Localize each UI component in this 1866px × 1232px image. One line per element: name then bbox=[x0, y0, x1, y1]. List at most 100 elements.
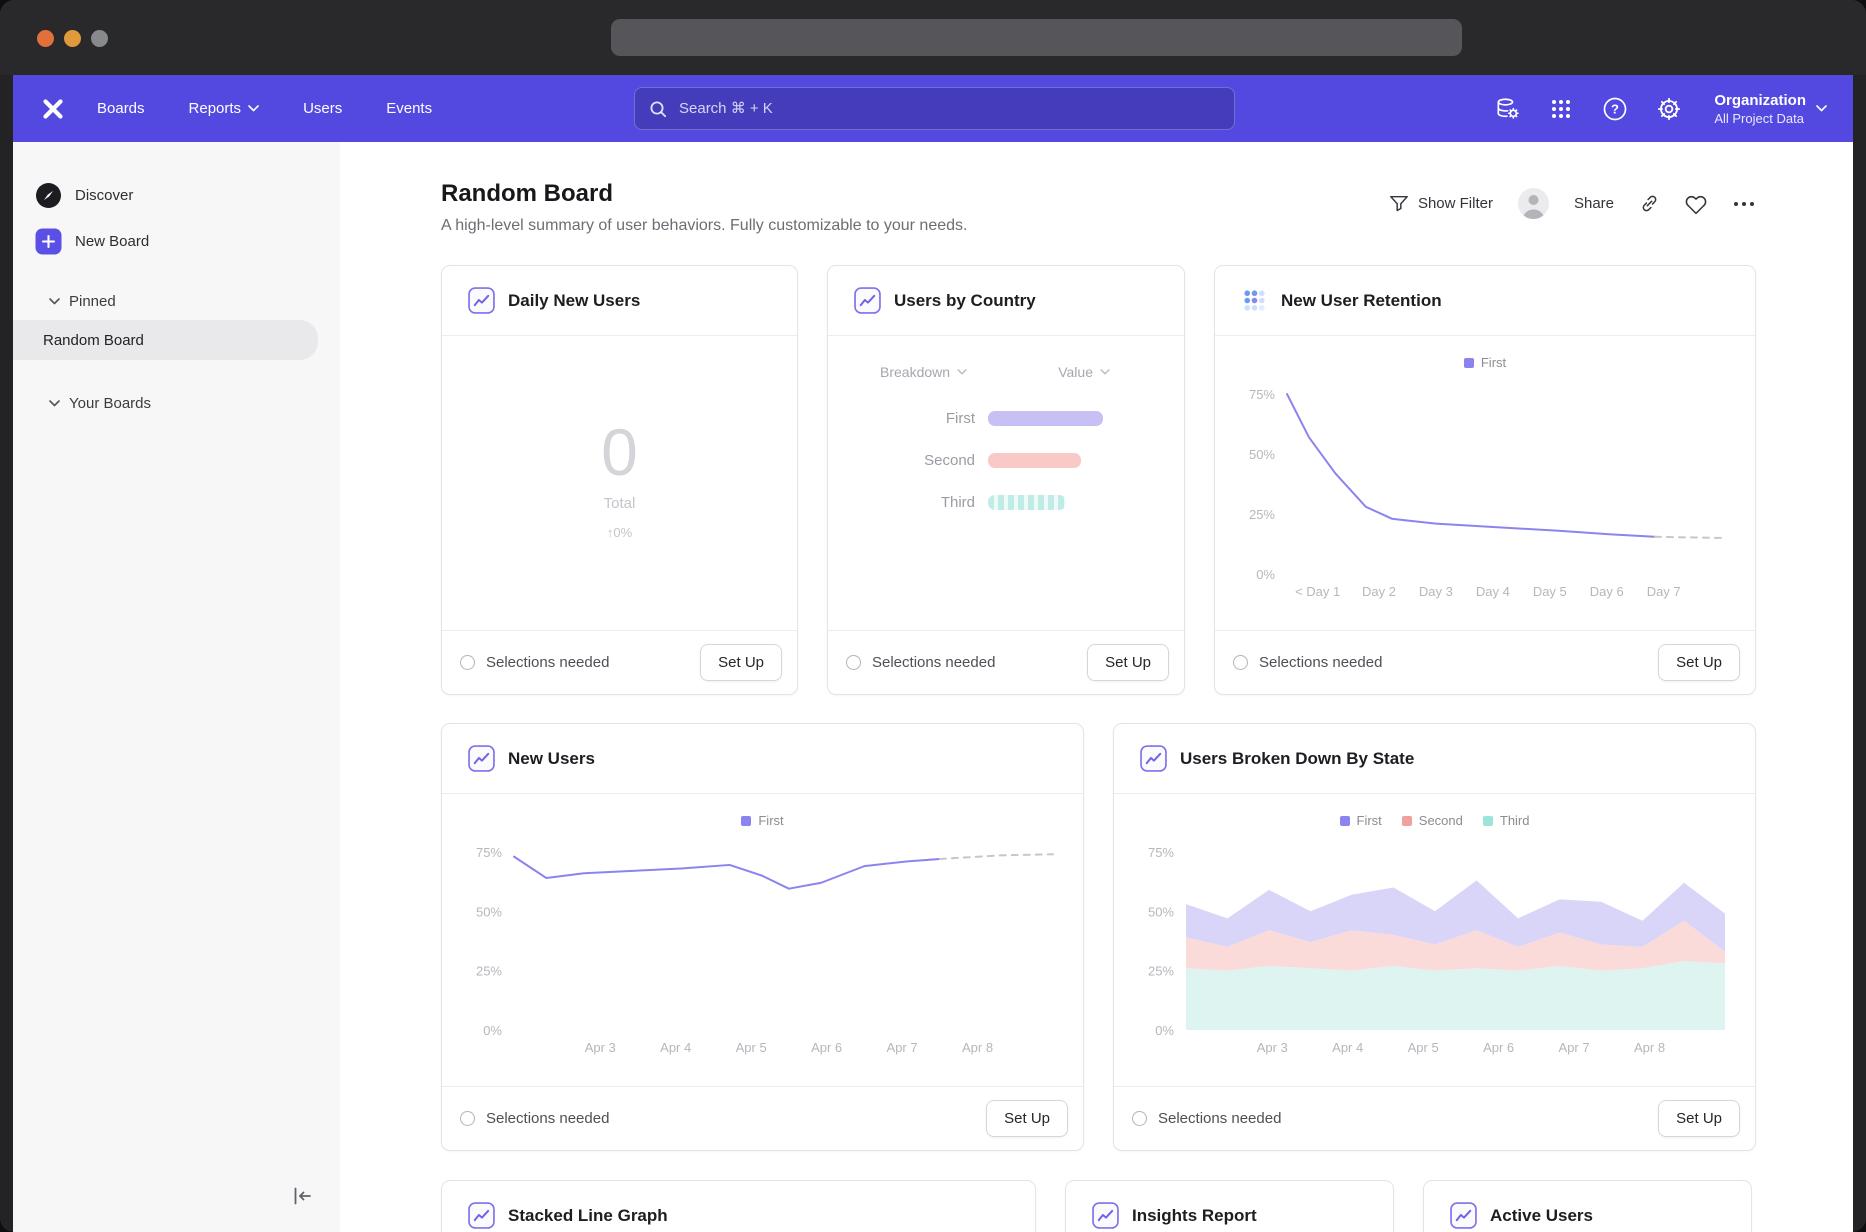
selection-radio[interactable] bbox=[1233, 655, 1248, 670]
row-label: Second bbox=[828, 452, 988, 469]
selection-radio[interactable] bbox=[460, 1111, 475, 1126]
nav-right: ? Organization All Project Data bbox=[1494, 91, 1827, 127]
sidebar-section-your-boards[interactable]: Your Boards bbox=[13, 384, 340, 422]
browser-window: Boards Reports Users Events bbox=[0, 0, 1866, 1232]
sidebar-item-discover[interactable]: Discover bbox=[13, 172, 340, 218]
show-filter-label: Show Filter bbox=[1418, 195, 1493, 212]
svg-text:< Day 1: < Day 1 bbox=[1295, 584, 1340, 599]
svg-text:Day 5: Day 5 bbox=[1533, 584, 1567, 599]
copy-link-icon[interactable] bbox=[1639, 193, 1660, 214]
address-bar[interactable] bbox=[611, 19, 1462, 56]
window-zoom-button[interactable] bbox=[91, 30, 108, 47]
svg-text:0%: 0% bbox=[483, 1023, 502, 1038]
selection-radio[interactable] bbox=[460, 655, 475, 670]
insights-chart-icon bbox=[468, 287, 495, 314]
page-title: Random Board bbox=[441, 180, 967, 208]
svg-text:75%: 75% bbox=[1148, 845, 1174, 860]
chart-legend: First bbox=[442, 812, 1083, 828]
org-switcher[interactable]: Organization All Project Data bbox=[1714, 91, 1827, 127]
set-up-button[interactable]: Set Up bbox=[700, 644, 782, 681]
chevron-down-icon bbox=[49, 400, 60, 407]
sidebar-item-random-board[interactable]: Random Board bbox=[13, 320, 318, 360]
status-text: Selections needed bbox=[486, 1110, 609, 1127]
svg-text:50%: 50% bbox=[1249, 447, 1275, 462]
sidebar-collapse-button[interactable] bbox=[290, 1184, 314, 1208]
svg-text:Apr 8: Apr 8 bbox=[962, 1040, 993, 1055]
search-box[interactable] bbox=[634, 87, 1235, 130]
more-options-icon[interactable] bbox=[1732, 199, 1756, 209]
legend-item: First bbox=[1340, 813, 1382, 828]
avatar[interactable] bbox=[1518, 188, 1549, 219]
selection-radio[interactable] bbox=[846, 655, 861, 670]
mixpanel-logo[interactable] bbox=[39, 95, 67, 123]
apps-grid-icon[interactable] bbox=[1548, 96, 1574, 122]
card-new-users: New Users First 75%50%25%0%Apr 3Apr 4Apr… bbox=[441, 723, 1084, 1151]
legend-item: First bbox=[741, 813, 783, 828]
svg-text:25%: 25% bbox=[1148, 964, 1174, 979]
favorite-heart-icon[interactable] bbox=[1685, 193, 1707, 215]
card-daily-new-users: Daily New Users 0 Total ↑0% Selections n… bbox=[441, 265, 798, 695]
legend-item: Third bbox=[1483, 813, 1530, 828]
card-header: Users by Country bbox=[828, 266, 1184, 336]
chevron-down-icon bbox=[248, 105, 259, 112]
svg-text:Apr 4: Apr 4 bbox=[660, 1040, 691, 1055]
app-body: Discover New Board Pinned Random Board Y… bbox=[13, 142, 1853, 1232]
sidebar-item-new-board[interactable]: New Board bbox=[13, 218, 340, 264]
card-header: New User Retention bbox=[1215, 266, 1755, 336]
card-footer: Selections needed Set Up bbox=[442, 630, 797, 694]
card-footer: Selections needed Set Up bbox=[442, 1086, 1083, 1150]
show-filter-button[interactable]: Show Filter bbox=[1389, 194, 1493, 213]
selection-radio[interactable] bbox=[1132, 1111, 1147, 1126]
sidebar-item-label: New Board bbox=[75, 233, 149, 250]
breakdown-row: Second bbox=[828, 452, 1184, 469]
status-text: Selections needed bbox=[1259, 654, 1382, 671]
metric-delta: ↑0% bbox=[607, 525, 632, 540]
svg-text:Day 3: Day 3 bbox=[1419, 584, 1453, 599]
sidebar-section-label: Pinned bbox=[69, 293, 116, 310]
insights-chart-icon bbox=[1450, 1202, 1477, 1229]
nav-item-reports[interactable]: Reports bbox=[189, 100, 260, 117]
help-icon[interactable]: ? bbox=[1602, 96, 1628, 122]
breakdown-dropdown[interactable]: Breakdown bbox=[880, 364, 967, 380]
insights-chart-icon bbox=[468, 1202, 495, 1229]
share-button[interactable]: Share bbox=[1574, 195, 1614, 212]
set-up-button[interactable]: Set Up bbox=[1087, 644, 1169, 681]
card-footer: Selections needed Set Up bbox=[828, 630, 1184, 694]
filter-icon bbox=[1389, 194, 1409, 213]
header-actions: Show Filter Share bbox=[1389, 188, 1756, 219]
card-footer: Selections needed Set Up bbox=[1215, 630, 1755, 694]
row-bar bbox=[988, 411, 1103, 426]
nav-item-users[interactable]: Users bbox=[303, 100, 342, 117]
breakdown-label: Breakdown bbox=[880, 364, 950, 380]
window-close-button[interactable] bbox=[37, 30, 54, 47]
card-title: New User Retention bbox=[1281, 291, 1442, 311]
card-header: Active Users bbox=[1424, 1181, 1751, 1232]
svg-text:75%: 75% bbox=[1249, 387, 1275, 402]
page-heading: Random Board A high-level summary of use… bbox=[441, 180, 967, 235]
card-title: Insights Report bbox=[1132, 1206, 1257, 1226]
set-up-button[interactable]: Set Up bbox=[1658, 1100, 1740, 1137]
gear-icon[interactable] bbox=[1656, 96, 1682, 122]
svg-text:Apr 3: Apr 3 bbox=[585, 1040, 616, 1055]
legend-item: Second bbox=[1402, 813, 1463, 828]
sidebar-section-pinned[interactable]: Pinned bbox=[13, 282, 340, 320]
row-label: First bbox=[828, 410, 988, 427]
value-dropdown[interactable]: Value bbox=[1058, 364, 1110, 380]
set-up-button[interactable]: Set Up bbox=[986, 1100, 1068, 1137]
page-subtitle: A high-level summary of user behaviors. … bbox=[441, 217, 967, 235]
set-up-button[interactable]: Set Up bbox=[1658, 644, 1740, 681]
breakdown-row: Third bbox=[828, 494, 1184, 511]
project-data-settings-icon[interactable] bbox=[1494, 96, 1520, 122]
nav-item-events[interactable]: Events bbox=[386, 100, 432, 117]
svg-text:Apr 3: Apr 3 bbox=[1257, 1040, 1288, 1055]
svg-text:50%: 50% bbox=[476, 904, 502, 919]
org-name: Organization bbox=[1714, 91, 1806, 110]
nav-item-boards[interactable]: Boards bbox=[97, 100, 145, 117]
window-minimize-button[interactable] bbox=[64, 30, 81, 47]
status-text: Selections needed bbox=[872, 654, 995, 671]
search-input[interactable] bbox=[677, 99, 1220, 118]
card-body: First 75%50%25%0%Apr 3Apr 4Apr 5Apr 6Apr… bbox=[442, 794, 1083, 1086]
row-label: Third bbox=[828, 494, 988, 511]
chevron-down-icon bbox=[1100, 369, 1110, 375]
svg-text:Apr 8: Apr 8 bbox=[1634, 1040, 1665, 1055]
